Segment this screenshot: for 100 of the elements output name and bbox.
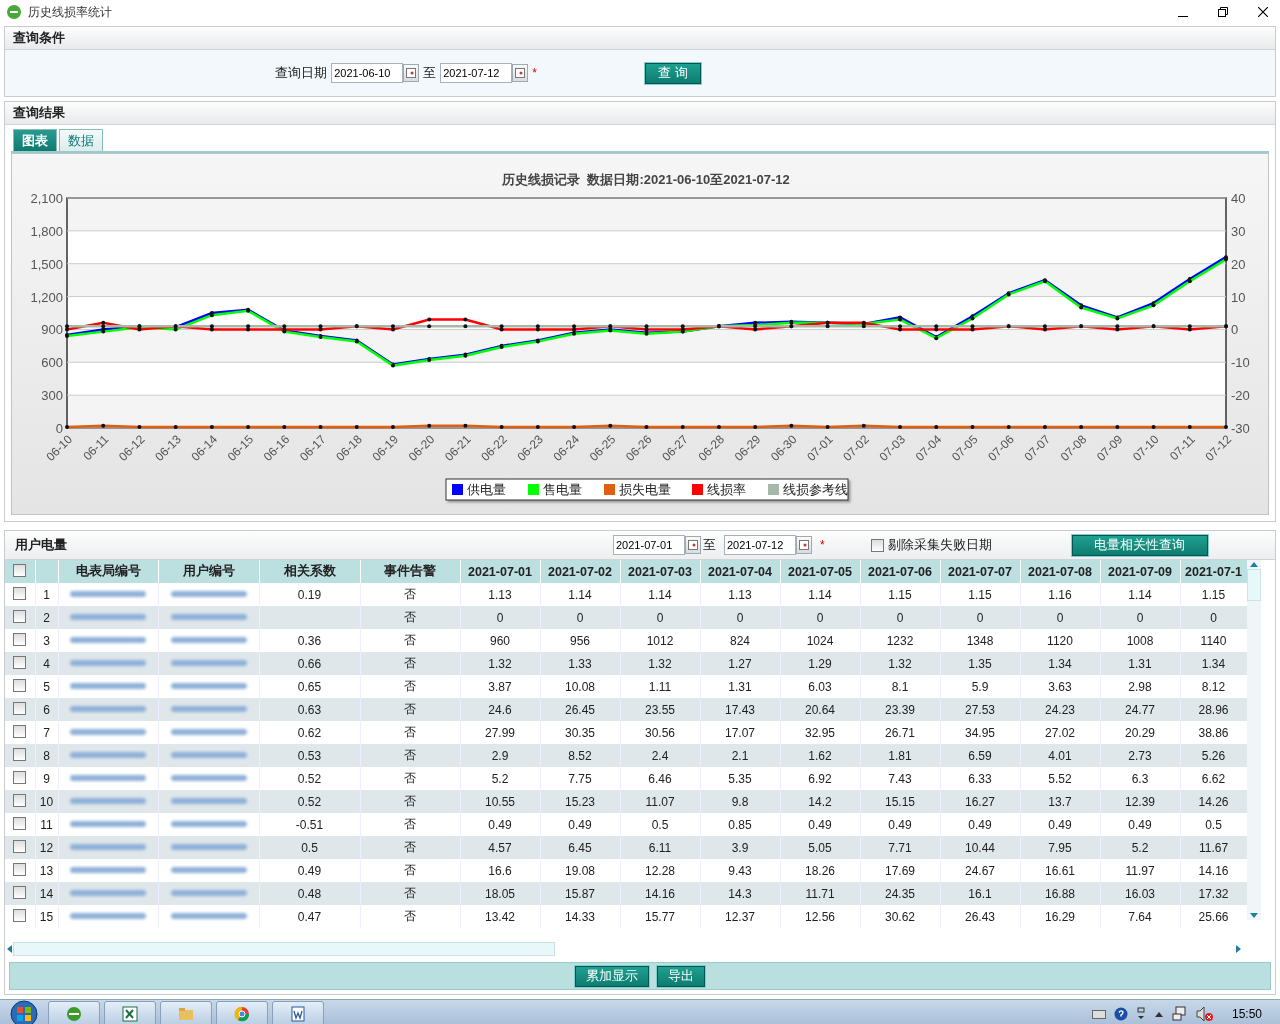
row-checkbox[interactable] (13, 770, 27, 784)
required-mark: * (532, 66, 537, 80)
browser-icon (65, 1005, 83, 1023)
scroll-thumb[interactable] (13, 942, 555, 956)
legend-label: 损失电量 (619, 483, 671, 497)
table-cell: 0.65 (297, 679, 322, 694)
required-mark: * (820, 538, 825, 552)
table-row[interactable]: 8 0.53 否 2.9 8.52 2.4 2.1 1.62 1.81 6.59 4.01 2.73 5.26 (5, 744, 1247, 767)
row-checkbox[interactable] (13, 701, 27, 715)
row-checkbox[interactable] (13, 908, 27, 922)
row-checkbox[interactable] (13, 816, 27, 830)
axis-label: 0 (55, 421, 63, 436)
row-checkbox[interactable] (13, 793, 27, 807)
table-cell: 0.52 (297, 794, 322, 809)
taskbar-app-button[interactable] (272, 1001, 324, 1024)
table-row[interactable]: 2 否 0 0 0 0 0 0 0 0 0 0 (5, 606, 1247, 629)
exclude-failed-checkbox[interactable]: 剔除采集失败日期 (870, 536, 992, 554)
axis-label: 30 (1231, 223, 1246, 239)
calendar-button[interactable] (403, 64, 420, 82)
window-switch-icon[interactable] (1135, 1007, 1146, 1021)
table-cell: 0.52 (297, 771, 322, 786)
axis-label: -20 (1231, 388, 1250, 404)
clock[interactable]: 15:50 (1231, 1007, 1262, 1021)
section-header: 查询条件 (5, 27, 1275, 50)
legend-label: 售电量 (543, 483, 582, 497)
table-row[interactable]: 12 0.5 否 4.57 6.45 6.11 3.9 5.05 7.71 10.44 7.95 5.2 11.67 (5, 836, 1247, 859)
network-icon[interactable] (1171, 1006, 1188, 1022)
date-field[interactable]: 2021-07-01 (613, 535, 685, 555)
table-row[interactable]: 11 -0.51 否 0.49 0.49 0.5 0.85 0.49 0.49 0.49 0.49 0.49 0.5 (5, 813, 1247, 836)
table-cell: 0.66 (297, 656, 322, 671)
row-checkbox[interactable] (13, 586, 27, 600)
date-field[interactable]: 2021-07-12 (440, 63, 513, 83)
row-checkbox[interactable] (13, 655, 27, 669)
date-field[interactable]: 2021-07-12 (724, 535, 796, 555)
axis-label: 10 (1231, 289, 1246, 305)
section-header: 用户电量 (15, 536, 68, 554)
taskbar-app-button[interactable] (216, 1001, 268, 1024)
help-icon[interactable] (1113, 1007, 1128, 1021)
tab[interactable]: 数据 (59, 129, 103, 151)
row-checkbox[interactable] (13, 839, 27, 853)
taskbar-app-button[interactable] (104, 1001, 156, 1024)
table-row[interactable]: 6 0.63 否 24.6 26.45 23.55 17.43 20.64 23.39 27.53 24.23 24.77 28.96 (5, 698, 1247, 721)
table-cell: 0.62 (297, 725, 322, 740)
action-button[interactable]: 导出 (657, 965, 705, 987)
table-row[interactable]: 7 0.62 否 27.99 30.35 30.56 17.07 32.95 26.71 34.95 27.02 20.29 38.86 (5, 721, 1247, 744)
row-checkbox[interactable] (13, 862, 27, 876)
scroll-right-icon[interactable] (1235, 944, 1243, 954)
keyboard-icon[interactable] (1091, 1009, 1106, 1019)
row-checkbox[interactable] (13, 678, 27, 692)
action-button[interactable]: 累加显示 (575, 965, 649, 987)
axis-label: -30 (1231, 421, 1250, 436)
vertical-scrollbar[interactable] (1247, 560, 1261, 920)
row-checkbox[interactable] (13, 632, 27, 646)
table-row[interactable]: 5 0.65 否 3.87 10.08 1.11 1.31 6.03 8.1 5.9 3.63 2.98 8.12 (5, 675, 1247, 698)
table-row[interactable]: 10 0.52 否 10.55 15.23 11.07 9.8 14.2 15.15 16.27 13.7 12.39 14.26 (5, 790, 1247, 813)
browser-icon (6, 4, 22, 20)
table-row[interactable]: 1 0.19 否 1.13 1.14 1.14 1.13 1.14 1.15 1.15 1.16 1.14 1.15 (5, 583, 1247, 606)
calendar-button[interactable] (685, 536, 701, 554)
calendar-button[interactable] (796, 536, 812, 554)
axis-label: 20 (1231, 256, 1246, 272)
table-cell: 0.63 (297, 702, 322, 717)
axis-label: -10 (1231, 355, 1250, 371)
select-all-checkbox[interactable] (13, 563, 27, 577)
row-checkbox[interactable] (13, 724, 27, 738)
row-checkbox[interactable] (13, 609, 27, 623)
table-cell: 0.47 (297, 909, 322, 924)
taskbar-app-button[interactable] (48, 1001, 100, 1024)
table-cell: 0.48 (297, 886, 322, 901)
date-field[interactable]: 2021-06-10 (331, 63, 404, 83)
correlation-query-button[interactable]: 电量相关性查询 (1071, 534, 1208, 556)
query-button[interactable]: 查 询 (644, 62, 701, 84)
axis-label: 40 (1231, 191, 1246, 206)
caret-icon[interactable] (1153, 1010, 1164, 1018)
table-row[interactable]: 14 0.48 否 18.05 15.87 14.16 14.3 11.71 24.35 16.1 16.88 16.03 17.32 (5, 882, 1247, 905)
table-cell: 12.56 (780, 905, 860, 928)
table-cell: 13.42 (460, 905, 540, 928)
row-number: 15 (35, 905, 58, 928)
table-cell: -0.51 (295, 817, 324, 832)
row-checkbox[interactable] (13, 747, 27, 761)
table-row[interactable]: 9 0.52 否 5.2 7.75 6.46 5.35 6.92 7.43 6.33 5.52 6.3 6.62 (5, 767, 1247, 790)
table-row[interactable]: 13 0.49 否 16.6 19.08 12.28 9.43 18.26 17.69 24.67 16.61 11.97 14.16 (5, 859, 1247, 882)
table-cell: 30.62 (860, 905, 940, 928)
tab[interactable]: 图表 (13, 129, 57, 151)
folder-icon (177, 1005, 195, 1023)
spreadsheet-icon (121, 1005, 139, 1023)
table-cell: 0.36 (297, 633, 322, 648)
row-checkbox[interactable] (13, 885, 27, 899)
table-row[interactable]: 3 0.36 否 960 956 1012 824 1024 1232 1348 1120 1008 1140 (5, 629, 1247, 652)
table-row[interactable]: 4 0.66 否 1.32 1.33 1.32 1.27 1.29 1.32 1.35 1.34 1.31 1.34 (5, 652, 1247, 675)
taskbar-app-button[interactable] (160, 1001, 212, 1024)
speaker-muted-icon[interactable] (1195, 1006, 1214, 1022)
section-header: 查询结果 (5, 102, 1275, 125)
scroll-thumb[interactable] (1247, 569, 1261, 601)
table-cell: 26.43 (940, 905, 1020, 928)
scroll-down-icon[interactable] (1249, 912, 1259, 920)
table-cell: 0.19 (297, 587, 322, 602)
legend-label: 线损率 (707, 483, 746, 497)
axis-label: 900 (41, 322, 63, 338)
table-row[interactable]: 15 0.47 否 13.42 14.33 15.77 12.37 12.56 30.62 26.43 16.29 7.64 25.66 (5, 905, 1247, 928)
calendar-button[interactable] (512, 64, 529, 82)
